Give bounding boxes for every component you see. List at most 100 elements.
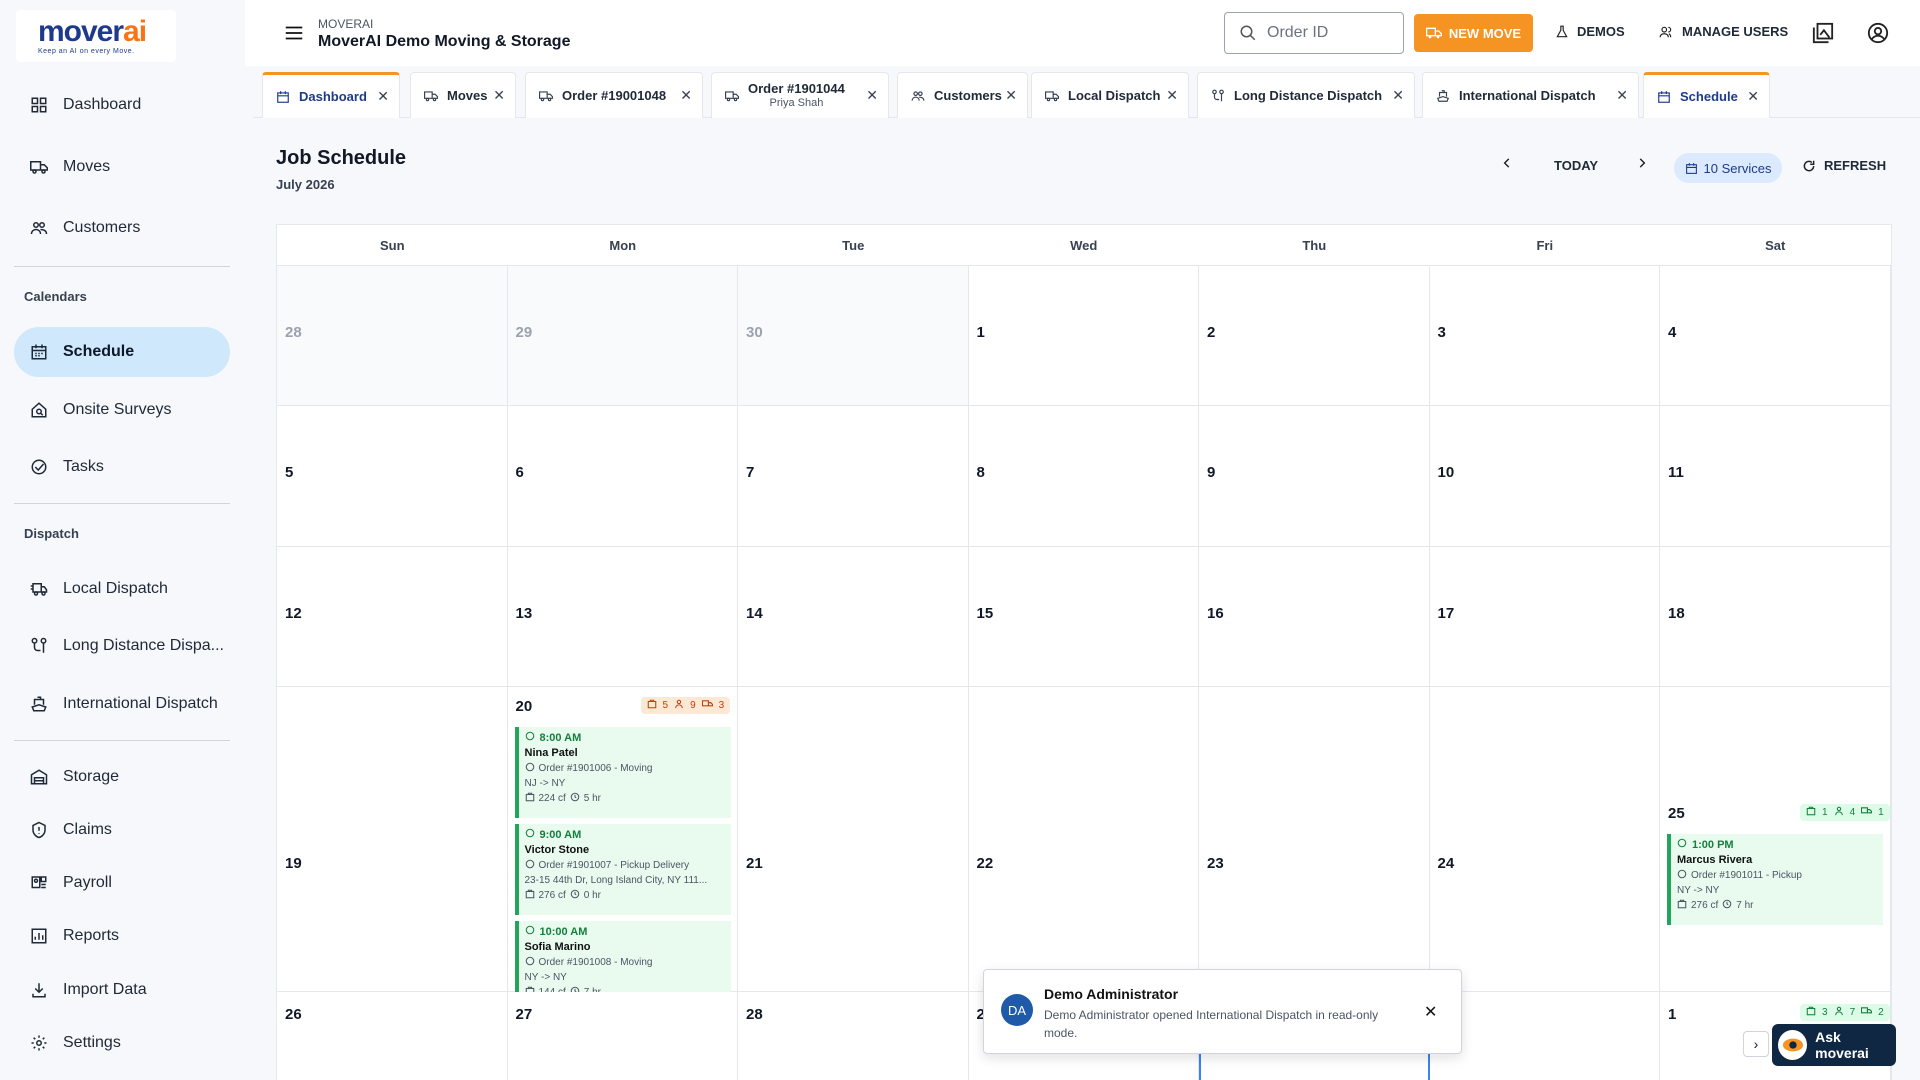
calendar-day[interactable]: 3 <box>1429 266 1660 406</box>
calendar-day[interactable]: 27 <box>507 992 738 1080</box>
calendar-day[interactable]: 20 5 9 3 8:00 AM Nina Patel Order #1901006 - M… <box>507 687 738 1033</box>
job-card[interactable]: 9:00 AM Victor Stone Order #1901007 - Pick… <box>514 824 731 915</box>
search-icon <box>1240 25 1256 41</box>
today-button[interactable]: TODAY <box>1554 158 1598 173</box>
collapse-chevron-button[interactable]: › <box>1743 1031 1769 1057</box>
sidebar-item-label: Reports <box>63 927 120 944</box>
calendar-day[interactable]: 16 <box>1199 547 1430 687</box>
sidebar-item-customers[interactable]: Customers <box>14 203 230 253</box>
toast-title: Demo Administrator <box>1044 986 1179 1002</box>
sidebar-item-onsite-surveys[interactable]: Onsite Surveys <box>14 385 230 435</box>
new-move-button[interactable]: NEW MOVE <box>1414 14 1533 52</box>
sidebar-item-storage[interactable]: Storage <box>14 752 230 802</box>
next-month-button[interactable] <box>1635 156 1649 170</box>
tab-customers[interactable]: Customers ✕ <box>897 72 1028 118</box>
close-icon[interactable]: ✕ <box>1424 1002 1437 1022</box>
calendar-day[interactable]: 25 1 4 1 1:00 PM Marcus Rivera Order #1901011 … <box>1660 687 1891 992</box>
truck-icon <box>1677 869 1687 882</box>
day-stats-badge: 1 4 1 <box>1800 804 1890 821</box>
tab-international-dispatch[interactable]: International Dispatch ✕ <box>1422 72 1639 118</box>
sidebar-item-tasks[interactable]: Tasks <box>14 442 230 492</box>
refresh-icon <box>1803 160 1815 171</box>
calendar-day[interactable]: 28 <box>277 266 508 406</box>
calendar-day[interactable]: 11 <box>1660 406 1891 547</box>
sidebar-item-dashboard[interactable]: Dashboard <box>14 80 230 130</box>
calendar-day[interactable]: 23 <box>1199 687 1430 992</box>
calendar-day[interactable]: 12 <box>277 547 508 687</box>
job-customer-text: Victor Stone <box>524 844 590 856</box>
calendar-day[interactable]: 28 <box>738 992 969 1080</box>
calendar-day[interactable]: 7 <box>738 406 969 547</box>
close-icon[interactable]: ✕ <box>866 87 878 104</box>
tab-order-19001048[interactable]: Order #19001048 ✕ <box>525 72 703 118</box>
calendar-day[interactable]: 18 <box>1660 547 1891 687</box>
tab-moves[interactable]: Moves ✕ <box>410 72 516 118</box>
crew-count: 4 <box>1849 807 1856 818</box>
services-filter-chip[interactable]: 10 Services <box>1674 153 1782 183</box>
day-number: 26 <box>285 1006 302 1023</box>
tab-schedule[interactable]: Schedule ✕ <box>1643 72 1770 118</box>
calendar-day[interactable]: 24 <box>1429 687 1660 992</box>
demos-button[interactable]: DEMOS <box>1555 24 1625 39</box>
calendar-day[interactable]: 4 <box>1660 266 1891 406</box>
close-icon[interactable]: ✕ <box>1005 87 1017 104</box>
hamburger-menu-icon[interactable] <box>283 22 305 44</box>
sidebar-item-moves[interactable]: Moves <box>14 142 230 192</box>
calendar-day[interactable]: 13 <box>507 547 738 687</box>
tab-local-dispatch[interactable]: Local Dispatch ✕ <box>1031 72 1189 118</box>
calendar-day[interactable]: 22 <box>968 687 1199 992</box>
calendar-day[interactable]: 17 <box>1429 547 1660 687</box>
check-circle-icon <box>28 456 50 478</box>
prev-month-button[interactable] <box>1500 156 1514 170</box>
tab-label: Customers <box>934 88 1002 103</box>
close-icon[interactable]: ✕ <box>1747 88 1759 105</box>
sidebar-item-settings[interactable]: Settings <box>14 1018 230 1068</box>
refresh-button[interactable]: REFRESH <box>1802 158 1886 173</box>
close-icon[interactable]: ✕ <box>680 87 692 104</box>
app-logo[interactable]: moverai Keep an AI on every Move. <box>16 10 176 62</box>
close-icon[interactable]: ✕ <box>1616 87 1628 104</box>
tab-long-distance-dispatch[interactable]: Long Distance Dispatch ✕ <box>1197 72 1415 118</box>
calendar-day[interactable]: 2 <box>1199 266 1430 406</box>
account-icon[interactable] <box>1867 22 1889 44</box>
gallery-icon[interactable] <box>1812 22 1834 44</box>
order-id-input[interactable] <box>1267 24 1387 42</box>
calendar-day[interactable]: 26 <box>277 992 508 1080</box>
calendar-day[interactable]: 29 <box>507 266 738 406</box>
job-card[interactable]: 1:00 PM Marcus Rivera Order #1901011 - Pic… <box>1667 834 1883 925</box>
calendar-day[interactable]: 14 <box>738 547 969 687</box>
calendar-day[interactable]: 21 <box>738 687 969 992</box>
calendar-day[interactable]: 1 <box>968 266 1199 406</box>
tab-dashboard[interactable]: Dashboard ✕ <box>262 72 400 118</box>
job-hours: 0 hr <box>583 890 601 901</box>
weekday-header-wed: Wed <box>1070 237 1098 253</box>
sidebar-item-long-distance-dispa[interactable]: Long Distance Dispa... <box>14 621 230 671</box>
calendar-day[interactable]: 15 <box>968 547 1199 687</box>
close-icon[interactable]: ✕ <box>493 87 505 104</box>
ask-moverai-button[interactable]: Ask moverai <box>1772 1024 1896 1066</box>
sidebar-item-import-data[interactable]: Import Data <box>14 965 230 1015</box>
close-icon[interactable]: ✕ <box>377 88 389 105</box>
sidebar-item-payroll[interactable]: Payroll <box>14 858 230 908</box>
calendar-day[interactable]: 10 <box>1429 406 1660 547</box>
calendar-icon <box>28 341 50 363</box>
calendar-day[interactable]: 31 <box>1429 992 1660 1080</box>
sidebar-item-reports[interactable]: Reports <box>14 911 230 961</box>
toast-body: Demo Administrator opened International … <box>1044 1008 1379 1040</box>
sidebar-item-claims[interactable]: Claims <box>14 805 230 855</box>
calendar-day[interactable]: 19 <box>277 687 508 992</box>
sidebar-item-international-dispatch[interactable]: International Dispatch <box>14 679 230 729</box>
close-icon[interactable]: ✕ <box>1166 87 1178 104</box>
close-icon[interactable]: ✕ <box>1392 87 1404 104</box>
tab-order-1901044[interactable]: Order #1901044 Priya Shah ✕ <box>711 72 889 118</box>
manage-users-button[interactable]: MANAGE USERS <box>1658 24 1788 39</box>
calendar-day[interactable]: 5 <box>277 406 508 547</box>
sidebar-item-local-dispatch[interactable]: Local Dispatch <box>14 564 230 614</box>
calendar-day[interactable]: 6 <box>507 406 738 547</box>
sidebar-item-schedule[interactable]: Schedule <box>14 327 230 377</box>
job-card[interactable]: 8:00 AM Nina Patel Order #1901006 - Moving… <box>514 727 731 818</box>
calendar-day[interactable]: 8 <box>968 406 1199 547</box>
calendar-day[interactable]: 30 <box>738 266 969 406</box>
order-search[interactable] <box>1224 12 1404 54</box>
calendar-day[interactable]: 9 <box>1199 406 1430 547</box>
